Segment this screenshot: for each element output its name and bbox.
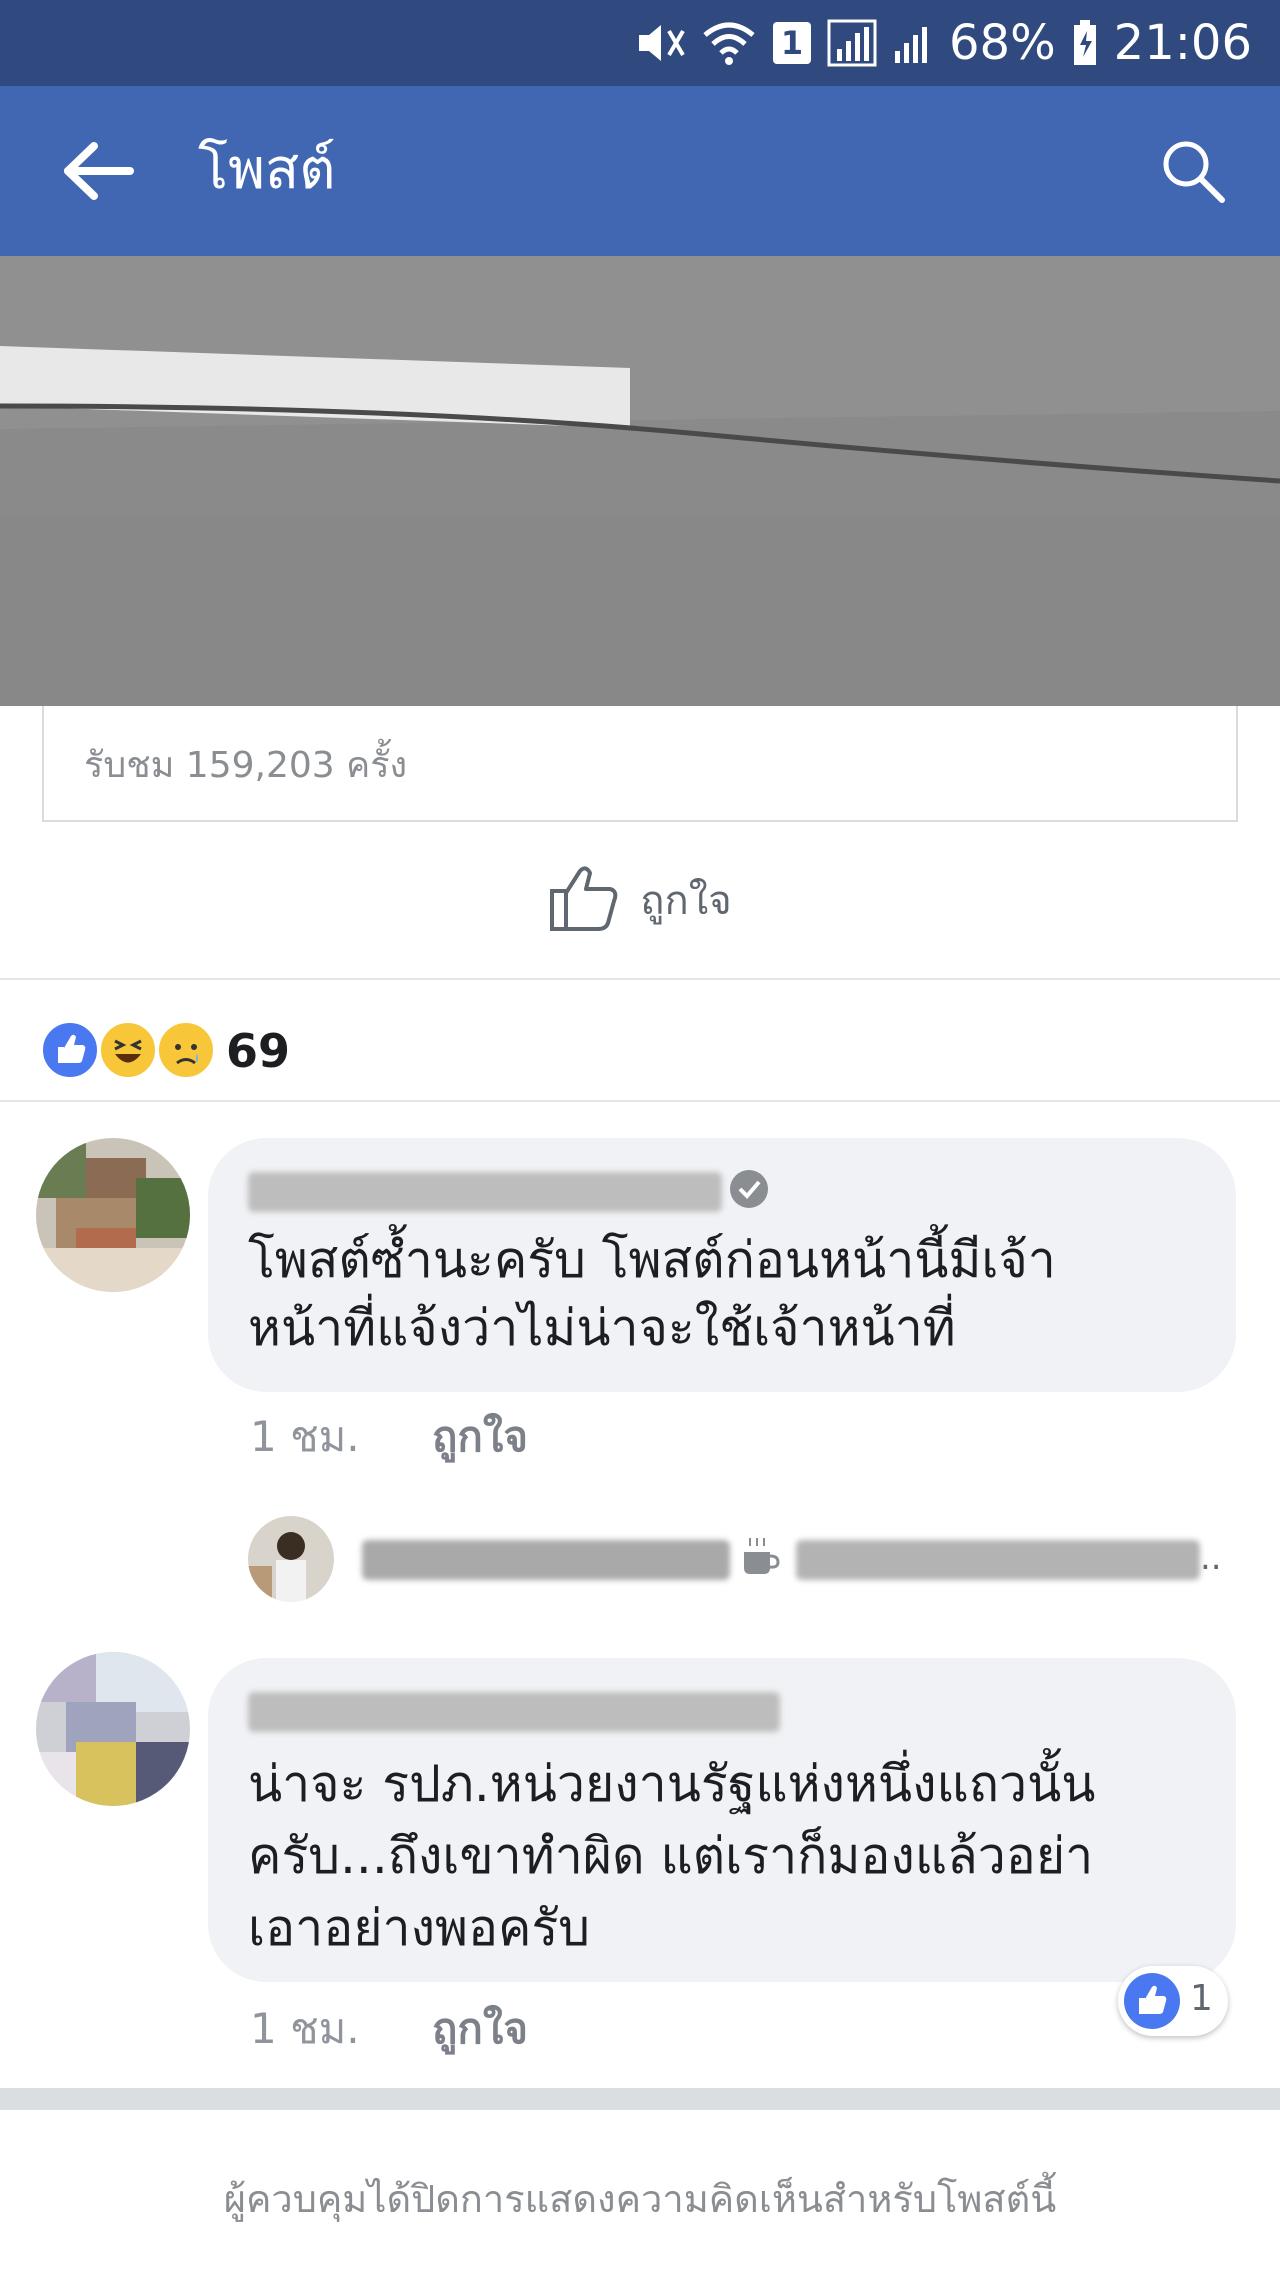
coffee-icon bbox=[738, 1534, 782, 1582]
like-reaction-icon bbox=[40, 1020, 100, 1080]
signal-2-icon bbox=[893, 13, 933, 73]
view-count: รับชม 159,203 ครั้ง bbox=[84, 745, 408, 786]
app-bar: โพสต์ bbox=[0, 86, 1280, 256]
comment-reaction-badge[interactable]: 1 bbox=[1118, 1966, 1228, 2036]
section-divider bbox=[0, 2088, 1280, 2110]
comment-like-button[interactable]: ถูกใจ bbox=[432, 1404, 528, 1470]
back-arrow-icon[interactable] bbox=[60, 136, 140, 206]
comments-disabled-notice: ผู้ควบคุมได้ปิดการแสดงความคิดเห็นสำหรับโ… bbox=[223, 2177, 1057, 2221]
like-thumb-icon[interactable] bbox=[548, 861, 622, 939]
clock: 21:06 bbox=[1113, 15, 1252, 71]
comment-like-button[interactable]: ถูกใจ bbox=[432, 1996, 528, 2062]
views-box: รับชม 159,203 ครั้ง bbox=[42, 706, 1238, 822]
post-actions: ถูกใจ bbox=[0, 822, 1280, 980]
commenter-name-blurred[interactable] bbox=[248, 1692, 780, 1732]
comment-like-count: 1 bbox=[1190, 1978, 1213, 2019]
status-bar: 1 68% 21:06 bbox=[0, 0, 1280, 86]
reply-ellipsis: .. bbox=[1200, 1538, 1222, 1578]
like-button-label[interactable]: ถูกใจ bbox=[640, 868, 731, 932]
comment-text-line: ครับ...ถึงเขาทำผิด แต่เราก็มองแล้วอย่า bbox=[248, 1827, 1094, 1885]
reply-preview-blurred[interactable] bbox=[796, 1540, 1200, 1580]
comment-text-line: โพสต์ซ้ำนะครับ โพสต์ก่อนหน้านี้มีเจ้า bbox=[248, 1231, 1056, 1289]
comment-text-line: เอาอย่างพอครับ bbox=[248, 1899, 591, 1957]
like-reaction-icon bbox=[1124, 1973, 1180, 2029]
commenter-name-blurred[interactable] bbox=[248, 1172, 722, 1212]
page-title: โพสต์ bbox=[198, 137, 336, 202]
battery-icon bbox=[1072, 13, 1098, 73]
mute-icon bbox=[633, 13, 685, 73]
reaction-count: 69 bbox=[226, 1024, 291, 1078]
reactions-summary[interactable]: 69 bbox=[0, 980, 1280, 1102]
comment-time: 1 ชม. bbox=[250, 1412, 360, 1461]
reply-name-blurred[interactable] bbox=[362, 1540, 730, 1580]
sad-reaction-icon bbox=[156, 1020, 216, 1080]
commenter-avatar[interactable] bbox=[36, 1138, 190, 1292]
sim-badge: 1 bbox=[772, 13, 811, 73]
commenter-avatar[interactable] bbox=[36, 1652, 190, 1806]
battery-percent: 68% bbox=[948, 15, 1056, 71]
search-icon[interactable] bbox=[1158, 136, 1230, 208]
verified-icon bbox=[730, 1170, 768, 1208]
comment-text-line: น่าจะ รปภ.หน่วยงานรัฐแห่งหนึ่งแถวนั้น bbox=[248, 1755, 1096, 1813]
comment-text-line: หน้าที่แจ้งว่าไม่น่าจะใช้เจ้าหน้าที่ bbox=[248, 1299, 956, 1357]
post-video[interactable] bbox=[0, 256, 1280, 706]
haha-reaction-icon bbox=[98, 1020, 158, 1080]
reply-avatar[interactable] bbox=[248, 1516, 334, 1602]
wifi-icon bbox=[701, 13, 757, 73]
signal-icon bbox=[827, 13, 877, 73]
comment-time: 1 ชม. bbox=[250, 2004, 360, 2053]
